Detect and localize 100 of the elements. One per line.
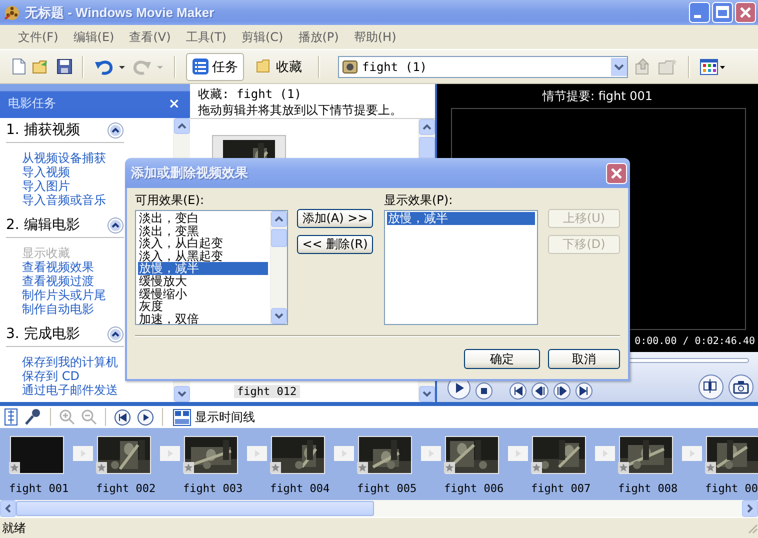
save-icon[interactable] (57, 59, 72, 74)
microphone-icon[interactable] (24, 408, 42, 426)
task-link[interactable]: 保存到 CD (22, 369, 80, 383)
clip-label: fight 001 (9, 482, 69, 495)
effects-list[interactable]: 淡出，变白 淡出，变黑 淡入，从白起变 淡入，从黑起变 放慢，减半 缓慢放大 缓慢缩小 灰度 加速，双倍 (135, 210, 288, 325)
clip-label: fight 003 (183, 482, 243, 495)
task-link[interactable]: 查看视频效果 (22, 260, 94, 274)
task-link[interactable]: 导入音频或音乐 (22, 193, 106, 207)
show-timeline-button[interactable]: 显示时间线 (171, 408, 257, 426)
task-link[interactable]: 制作自动电影 (22, 302, 94, 316)
frame-forward-button[interactable] (553, 382, 571, 400)
cancel-button[interactable]: 取消 (548, 349, 620, 369)
effects-list[interactable]: 放慢，减半 (384, 210, 538, 325)
stop-button[interactable] (475, 382, 493, 400)
window-title: 无标题 - Windows Movie Maker (25, 4, 216, 22)
menu-item[interactable]: 播放(P) (290, 26, 346, 48)
list-item[interactable]: 淡出，变白 (138, 212, 268, 225)
scroll-thumb[interactable] (271, 229, 287, 247)
scroll-up-icon[interactable] (271, 211, 287, 227)
collection-title: 收藏: fight (1) (198, 86, 302, 103)
star-icon[interactable] (357, 462, 368, 473)
vertical-scrollbar[interactable] (270, 211, 287, 324)
zoom-out-icon[interactable] (81, 409, 97, 425)
menu-item[interactable]: 剪辑(C) (234, 26, 290, 48)
play-icon[interactable] (137, 408, 154, 426)
list-item[interactable]: 淡出，变黑 (138, 224, 268, 238)
undo-icon[interactable] (94, 58, 126, 76)
section-heading: 3. 完成电影 (6, 325, 80, 343)
menu-item[interactable]: 帮助(H) (346, 26, 404, 48)
scroll-down-icon[interactable] (419, 386, 435, 402)
clip-label: fight 002 (96, 482, 156, 495)
camera-button[interactable] (728, 374, 754, 400)
ok-button[interactable]: 确定 (464, 349, 540, 369)
task-link[interactable]: 导入图片 (22, 179, 70, 193)
status-text: 就绪 (2, 520, 26, 536)
list-item[interactable]: 淡入，从黑起变 (138, 250, 268, 262)
next-button[interactable] (575, 382, 593, 400)
list-item[interactable]: 放慢，减半 (138, 262, 268, 275)
close-button[interactable]: × (168, 96, 180, 112)
clip-thumbnail[interactable] (212, 135, 286, 159)
scroll-down-icon[interactable] (271, 308, 287, 324)
scroll-right-icon[interactable] (742, 500, 758, 517)
list-item[interactable]: 淡入，从白起变 (138, 237, 268, 250)
star-icon[interactable] (444, 462, 455, 473)
task-link[interactable]: 制作片头或片尾 (22, 288, 106, 302)
collections-tab[interactable]: 收藏 (250, 52, 308, 80)
new-file-icon[interactable] (12, 58, 26, 75)
add-button[interactable]: 添加(A) >> (297, 209, 373, 228)
close-icon[interactable] (606, 162, 627, 184)
menu-item[interactable]: 工具(T) (178, 26, 234, 48)
clip-label: fight 00 (705, 482, 758, 495)
task-link[interactable]: 查看视频过渡 (22, 274, 94, 288)
menu-item[interactable]: 文件(F) (10, 26, 66, 48)
close-icon[interactable] (735, 2, 756, 23)
task-link[interactable]: 通过电子邮件发送 (22, 383, 118, 397)
new-folder-icon[interactable] (658, 58, 678, 76)
maximize-icon[interactable] (712, 2, 733, 23)
horizontal-scrollbar[interactable] (0, 500, 758, 517)
scroll-up-icon[interactable] (419, 119, 435, 135)
star-icon[interactable] (96, 462, 107, 473)
scroll-down-icon[interactable] (174, 386, 190, 402)
storyboard-icon[interactable] (4, 408, 18, 426)
task-link[interactable]: 导入视频 (22, 165, 70, 179)
star-icon[interactable] (270, 462, 281, 473)
collapse-icon[interactable] (107, 216, 124, 234)
scroll-up-icon[interactable] (174, 118, 190, 134)
star-icon[interactable] (183, 462, 194, 473)
list-item[interactable]: 加速，双倍 (138, 312, 268, 324)
list-item[interactable]: 放慢，减半 (387, 212, 535, 225)
star-icon[interactable] (618, 462, 629, 473)
minimize-icon[interactable] (689, 2, 710, 23)
clip-label: fight 008 (618, 482, 678, 495)
up-folder-icon[interactable] (634, 58, 652, 76)
list-item[interactable]: 缓慢缩小 (138, 288, 268, 300)
video-frame (11, 437, 63, 473)
rewind-icon[interactable] (114, 408, 131, 426)
collection-dropdown[interactable]: fight (1) (338, 56, 628, 78)
zoom-in-icon[interactable] (59, 409, 75, 425)
tasks-tab[interactable]: 任务 (186, 52, 244, 80)
size-grip-icon[interactable] (746, 522, 758, 534)
collapse-icon[interactable] (107, 326, 124, 342)
field-label: 可用效果(E): (135, 192, 205, 208)
time-readout: 0:00.00 / 0:02:46.40 (634, 334, 756, 348)
split-button[interactable] (698, 374, 724, 400)
list-item[interactable]: 灰度 (138, 300, 268, 313)
star-icon[interactable] (705, 462, 716, 473)
clip-label: fight 012 (234, 385, 300, 398)
star-icon[interactable] (531, 462, 542, 473)
task-link[interactable]: 从视频设备捕获 (22, 151, 106, 165)
scroll-left-icon[interactable] (0, 500, 16, 517)
previous-button[interactable] (509, 382, 527, 400)
task-link[interactable]: 保存到我的计算机 (22, 355, 118, 369)
frame-back-button[interactable] (531, 382, 549, 400)
views-icon[interactable] (700, 58, 726, 76)
list-item[interactable]: 缓慢放大 (138, 274, 268, 288)
menu-item[interactable]: 查看(V) (121, 26, 178, 48)
remove-button[interactable]: << 删除(R) (297, 235, 373, 254)
collapse-icon[interactable] (107, 122, 124, 138)
star-icon[interactable] (9, 462, 20, 473)
menu-item[interactable]: 编辑(E) (65, 26, 122, 48)
